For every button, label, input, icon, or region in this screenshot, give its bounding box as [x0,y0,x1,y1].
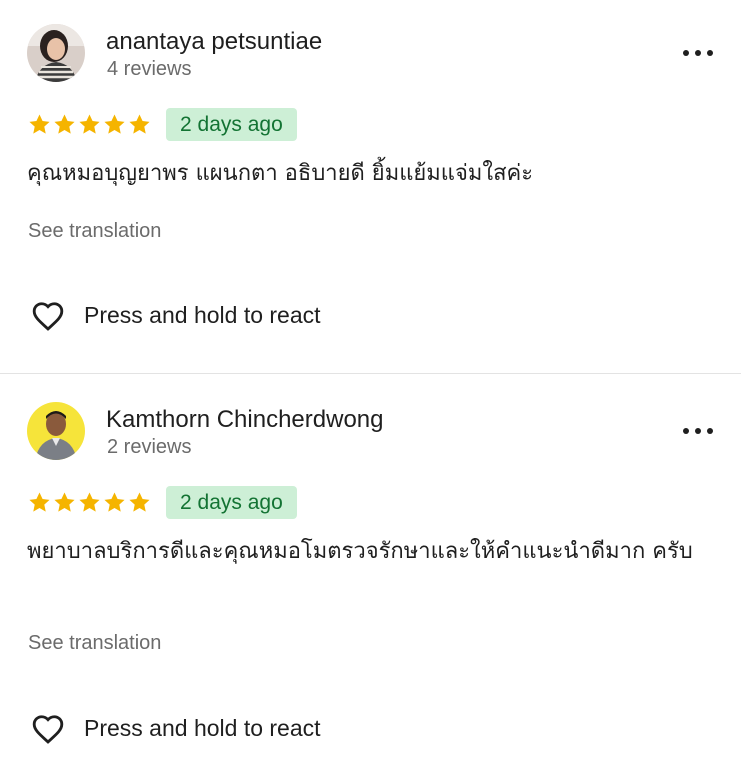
react-label: Press and hold to react [84,301,321,328]
star-icon [79,114,100,134]
reviewer-name[interactable]: Kamthorn Chincherdwong [106,406,384,434]
star-icon [29,492,50,512]
star-icon [29,114,50,134]
avatar[interactable] [27,24,85,82]
more-options-icon[interactable] [683,426,713,436]
see-translation-link[interactable]: See translation [28,220,161,243]
star-icon [129,492,150,512]
review-text: คุณหมอบุญยาพร แผนกตา อธิบายดี ยิ้มแย้มแจ… [27,161,534,186]
star-icon [104,114,125,134]
avatar[interactable] [27,402,85,460]
react-button[interactable]: Press and hold to react [30,298,321,332]
react-button[interactable]: Press and hold to react [30,711,321,745]
review-count: 4 reviews [107,58,192,80]
heart-icon [32,302,64,331]
react-label: Press and hold to react [84,714,321,741]
see-translation-link[interactable]: See translation [28,632,161,655]
star-icon [79,492,100,512]
star-icon [54,114,75,134]
star-icon [104,492,125,512]
more-options-icon[interactable] [683,48,713,58]
review-text: พยาบาลบริการดีและคุณหมอโมตรวจรักษาและให้… [27,539,693,564]
reviewer-name[interactable]: anantaya petsuntiae [106,28,322,56]
star-rating [28,491,151,514]
time-ago-badge: 2 days ago [166,108,297,141]
review-card: Kamthorn Chincherdwong 2 reviews 2 days … [0,374,741,782]
review-count: 2 reviews [107,436,192,458]
star-icon [129,114,150,134]
review-card: anantaya petsuntiae 4 reviews 2 days ago… [0,0,741,373]
star-icon [54,492,75,512]
star-rating [28,113,151,136]
heart-icon [32,715,64,744]
time-ago-badge: 2 days ago [166,486,297,519]
